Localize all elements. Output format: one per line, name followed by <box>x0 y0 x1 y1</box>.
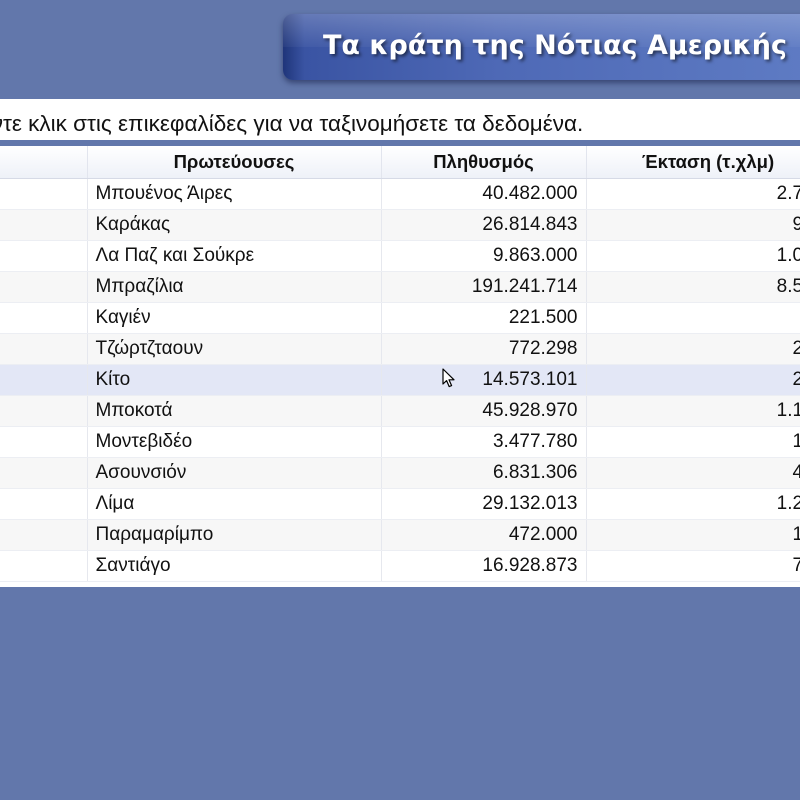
cell-area: 912. <box>586 209 800 241</box>
cell-country <box>0 488 88 520</box>
cell-population: 221.500 <box>381 302 587 334</box>
cell-population: 45.928.970 <box>381 395 587 427</box>
cell-area: 756. <box>586 550 800 582</box>
column-header-population[interactable]: Πληθυσμός <box>381 146 587 179</box>
cell-capital: Μποκοτά <box>87 395 382 427</box>
table-body: Μπουένος Άιρες40.482.0002.766.Καράκας26.… <box>0 178 800 582</box>
table-row[interactable]: Μπουένος Άιρες40.482.0002.766. <box>0 178 800 210</box>
cell-area: 214. <box>586 333 800 365</box>
column-header-capitals[interactable]: Πρωτεύουσες <box>87 146 382 179</box>
table-row[interactable]: Κίτο14.573.101283. <box>0 364 800 396</box>
cell-population: 472.000 <box>381 519 587 551</box>
table-row[interactable]: Μοντεβιδέο3.477.780176. <box>0 426 800 458</box>
cell-capital: Ασουνσιόν <box>87 457 382 489</box>
cell-country <box>0 364 88 396</box>
column-header-area[interactable]: Έκταση (τ.χλμ) <box>586 146 800 179</box>
cell-country <box>0 519 88 551</box>
cell-country <box>0 395 88 427</box>
cell-country <box>0 333 88 365</box>
table-header-row: Πρωτεύουσες Πληθυσμός Έκταση (τ.χλμ) <box>0 146 800 179</box>
cell-area: 1.098. <box>586 240 800 272</box>
cell-capital: Καγιέν <box>87 302 382 334</box>
cell-population: 40.482.000 <box>381 178 587 210</box>
table-row[interactable]: Μπραζίλια191.241.7148.514. <box>0 271 800 303</box>
cell-area: 406. <box>586 457 800 489</box>
cell-capital: Λίμα <box>87 488 382 520</box>
cell-country <box>0 302 88 334</box>
cell-country <box>0 209 88 241</box>
page: Τα κράτη της Νότιας Αμερικής Κάντε κλικ … <box>0 0 800 800</box>
cell-population: 29.132.013 <box>381 488 587 520</box>
cell-capital: Τζώρτζταουν <box>87 333 382 365</box>
table-row[interactable]: Σαντιάγο16.928.873756. <box>0 550 800 582</box>
cell-country <box>0 426 88 458</box>
cell-capital: Καράκας <box>87 209 382 241</box>
cell-population: 14.573.101 <box>381 364 587 396</box>
table-row[interactable]: Λίμα29.132.0131.285. <box>0 488 800 520</box>
table-row[interactable]: Λα Παζ και Σούκρε9.863.0001.098. <box>0 240 800 272</box>
table-row[interactable]: Μποκοτά45.928.9701.138. <box>0 395 800 427</box>
cell-country <box>0 240 88 272</box>
page-title: Τα κράτη της Νότιας Αμερικής <box>323 30 788 61</box>
cell-area: 1.285. <box>586 488 800 520</box>
cell-country <box>0 271 88 303</box>
cell-capital: Μοντεβιδέο <box>87 426 382 458</box>
table-row[interactable]: Ασουνσιόν6.831.306406. <box>0 457 800 489</box>
cell-area: 283. <box>586 364 800 396</box>
cell-population: 9.863.000 <box>381 240 587 272</box>
table-row[interactable]: Τζώρτζταουν772.298214. <box>0 333 800 365</box>
cell-population: 26.814.843 <box>381 209 587 241</box>
cell-area: 163. <box>586 519 800 551</box>
title-banner: Τα κράτη της Νότιας Αμερικής <box>283 14 800 80</box>
table-row[interactable]: Καγιέν221.50091. <box>0 302 800 334</box>
cell-capital: Μπραζίλια <box>87 271 382 303</box>
cell-population: 191.241.714 <box>381 271 587 303</box>
states-table: Πρωτεύουσες Πληθυσμός Έκταση (τ.χλμ) Μπο… <box>0 146 800 582</box>
cell-area: 91. <box>586 302 800 334</box>
cell-area: 1.138. <box>586 395 800 427</box>
cell-capital: Σαντιάγο <box>87 550 382 582</box>
cell-capital: Μπουένος Άιρες <box>87 178 382 210</box>
cell-area: 2.766. <box>586 178 800 210</box>
cell-capital: Λα Παζ και Σούκρε <box>87 240 382 272</box>
cell-area: 176. <box>586 426 800 458</box>
cell-population: 16.928.873 <box>381 550 587 582</box>
cell-population: 3.477.780 <box>381 426 587 458</box>
states-table-container: Πρωτεύουσες Πληθυσμός Έκταση (τ.χλμ) Μπο… <box>0 146 800 587</box>
table-row[interactable]: Παραμαρίμπο472.000163. <box>0 519 800 551</box>
table-row[interactable]: Καράκας26.814.843912. <box>0 209 800 241</box>
instruction-text: Κάντε κλικ στις επικεφαλίδες για να ταξι… <box>0 111 584 136</box>
cell-country <box>0 178 88 210</box>
column-header-country[interactable] <box>0 146 88 179</box>
cell-country <box>0 457 88 489</box>
cell-population: 772.298 <box>381 333 587 365</box>
cell-country <box>0 550 88 582</box>
cell-area: 8.514. <box>586 271 800 303</box>
cell-capital: Παραμαρίμπο <box>87 519 382 551</box>
instruction-bar: Κάντε κλικ στις επικεφαλίδες για να ταξι… <box>0 99 800 140</box>
cell-population: 6.831.306 <box>381 457 587 489</box>
cell-capital: Κίτο <box>87 364 382 396</box>
